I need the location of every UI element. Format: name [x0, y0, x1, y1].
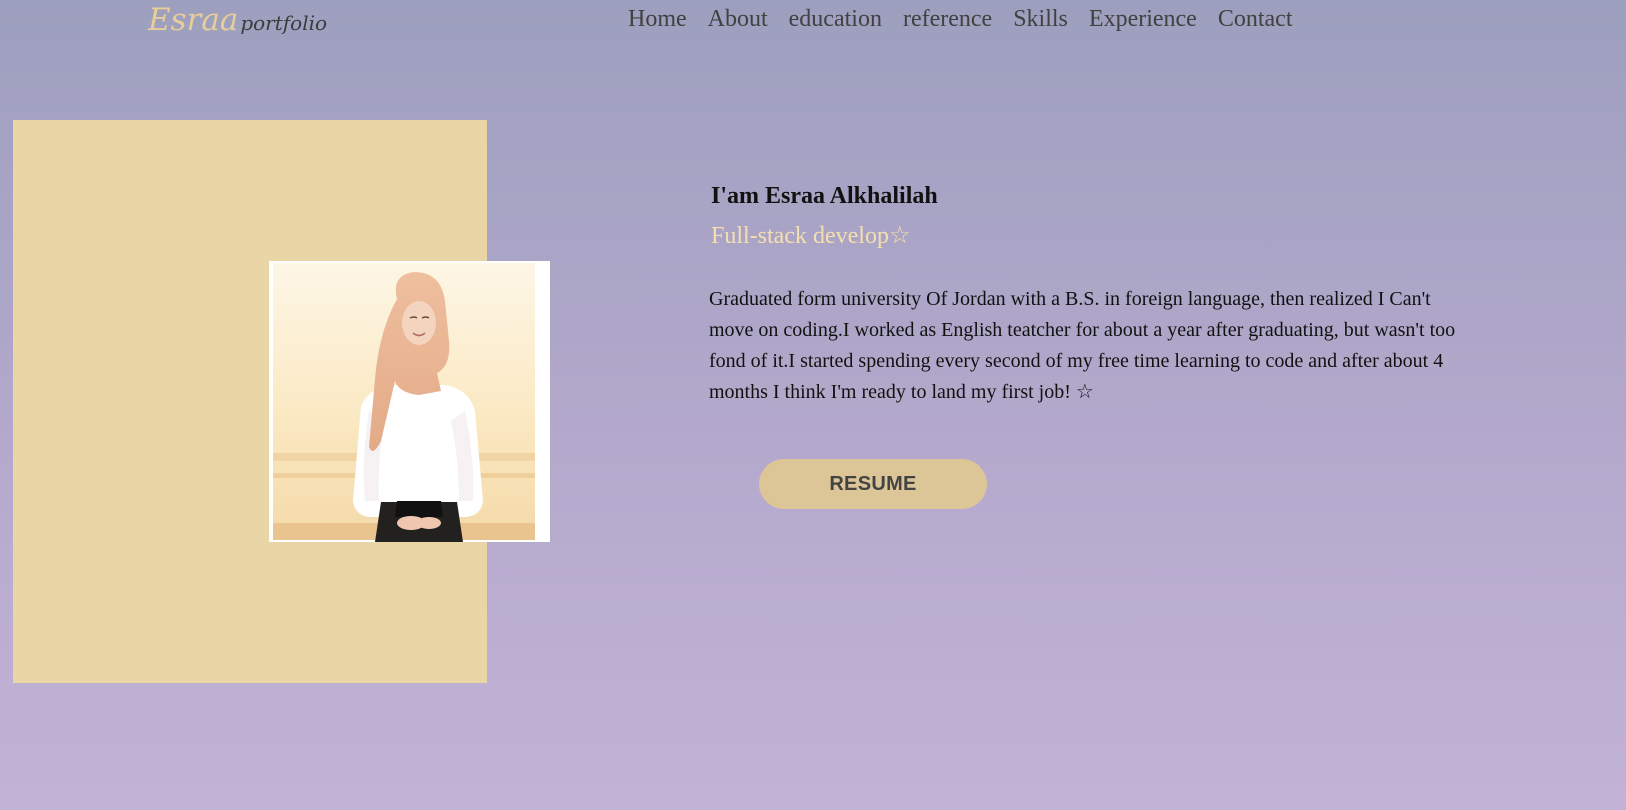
profile-bio: Graduated form university Of Jordan with…: [709, 288, 1456, 403]
nav-experience[interactable]: Experience: [1089, 6, 1197, 33]
main-nav: Home About education reference Skills Ex…: [628, 6, 1293, 33]
nav-education[interactable]: education: [789, 6, 882, 33]
logo[interactable]: Esraa portfolio: [148, 2, 327, 38]
nav-about[interactable]: About: [708, 6, 768, 33]
logo-sub-text: portfolio: [240, 11, 328, 35]
nav-home[interactable]: Home: [628, 6, 687, 33]
logo-main-text: Esraa: [148, 2, 239, 38]
resume-button[interactable]: RESUME: [759, 459, 987, 509]
profile-photo: [269, 261, 550, 542]
profile-photo-image: [273, 263, 535, 542]
profile-name: I'am Esraa Alkhalilah: [711, 183, 938, 209]
nav-reference[interactable]: reference: [903, 6, 992, 33]
profile-role: Full-stack develop☆: [711, 223, 911, 249]
nav-contact[interactable]: Contact: [1218, 6, 1293, 33]
nav-skills[interactable]: Skills: [1013, 6, 1068, 33]
